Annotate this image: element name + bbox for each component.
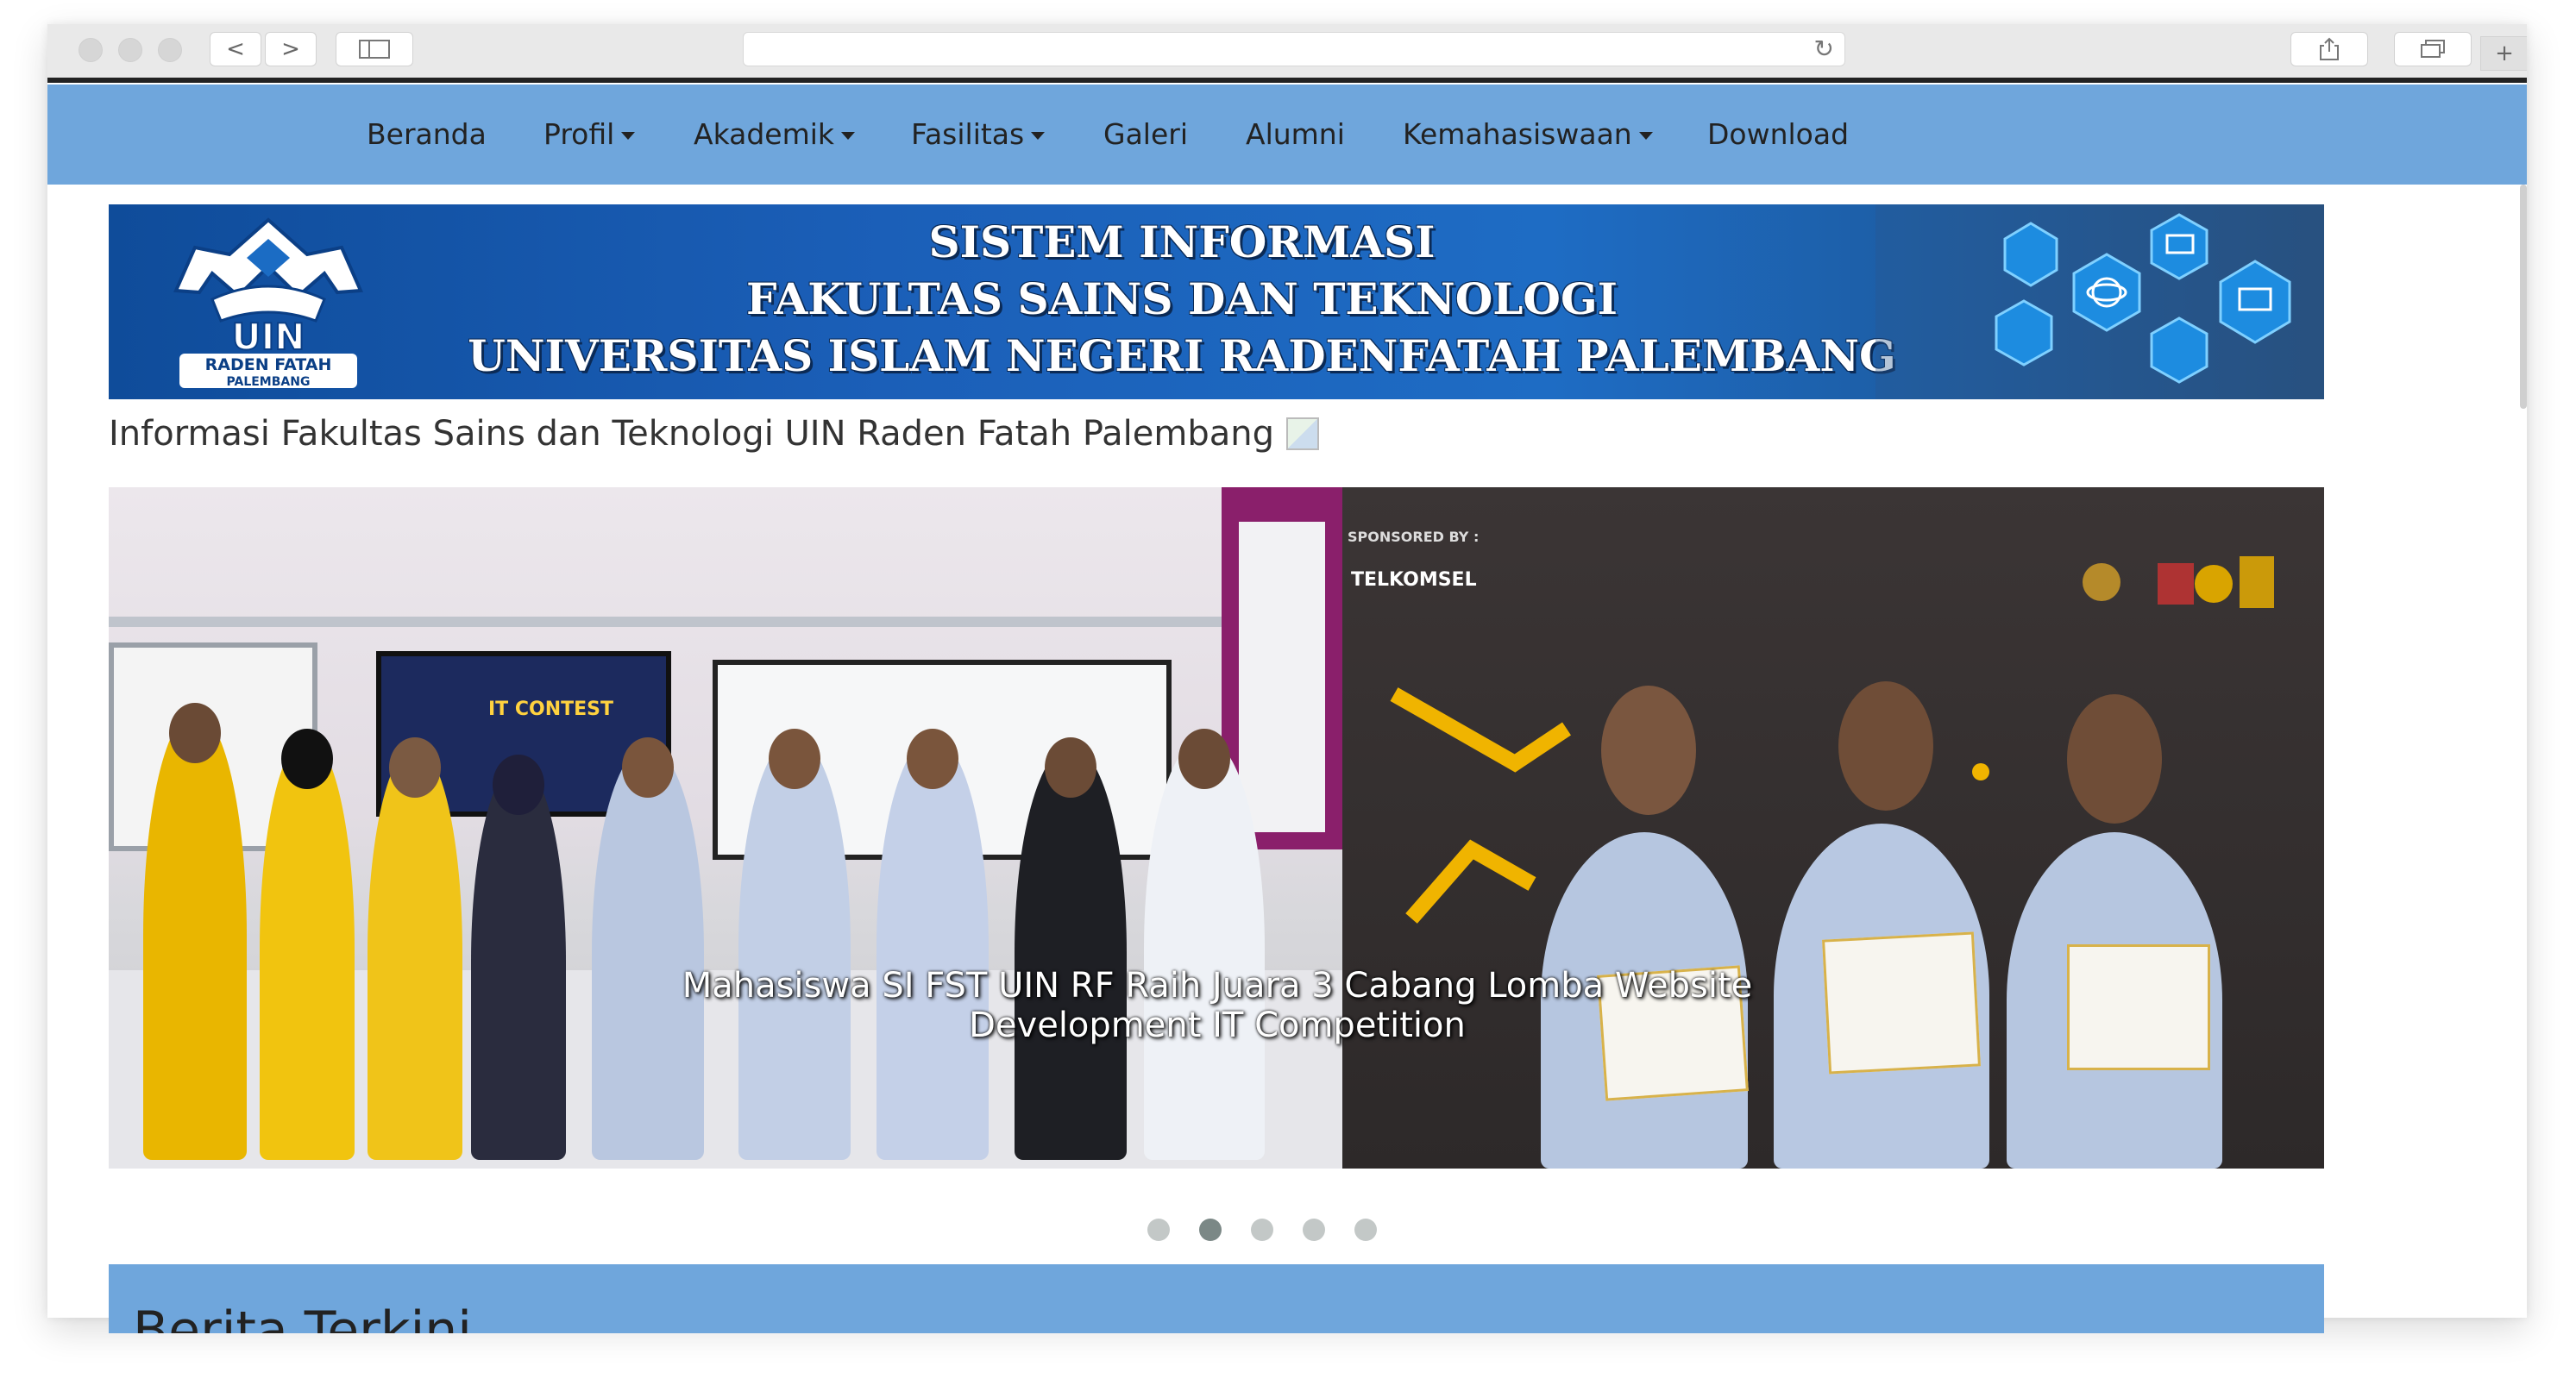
nav-item-beranda[interactable]: Beranda bbox=[367, 85, 487, 185]
address-bar[interactable]: ↻ bbox=[743, 32, 1845, 66]
plus-icon: + bbox=[2495, 41, 2514, 66]
nav-item-download[interactable]: Download bbox=[1707, 85, 1849, 185]
nav-item-label: Profil bbox=[543, 117, 615, 151]
nav-item-label: Kemahasiswaan bbox=[1403, 117, 1632, 151]
reload-icon[interactable]: ↻ bbox=[1814, 34, 1834, 63]
nav-item-label: Beranda bbox=[367, 117, 487, 151]
new-tab-button[interactable]: + bbox=[2480, 36, 2527, 71]
carousel-photo-group: IT CONTEST bbox=[109, 487, 1342, 1169]
broken-image-icon bbox=[1286, 417, 1319, 450]
nav-item-label: Akademik bbox=[694, 117, 835, 151]
screen-title: IT CONTEST bbox=[488, 699, 613, 720]
zoom-window-button[interactable] bbox=[158, 38, 182, 62]
chevron-right-icon: > bbox=[281, 36, 300, 62]
browser-titlebar: < > ↻ + bbox=[47, 24, 2527, 83]
caption-line-2: Development IT Competition bbox=[969, 1006, 1466, 1045]
nav-item-label: Alumni bbox=[1246, 117, 1345, 151]
subtitle-text: Informasi Fakultas Sains dan Teknologi U… bbox=[109, 414, 1274, 454]
caret-down-icon bbox=[841, 132, 856, 140]
caret-down-icon bbox=[1031, 132, 1046, 140]
section-title: Berita Terkini bbox=[133, 1300, 472, 1333]
carousel-caption: Mahasiswa SI FST UIN RF Raih Juara 3 Cab… bbox=[575, 966, 1860, 1045]
nav-item-profil[interactable]: Profil bbox=[543, 85, 636, 185]
caption-line-1: Mahasiswa SI FST UIN RF Raih Juara 3 Cab… bbox=[682, 966, 1753, 1006]
share-icon bbox=[2320, 37, 2339, 60]
nav-item-alumni[interactable]: Alumni bbox=[1246, 85, 1345, 185]
carousel-indicator-3[interactable] bbox=[1251, 1219, 1273, 1241]
nav-item-fasilitas[interactable]: Fasilitas bbox=[911, 85, 1046, 185]
carousel-indicator-1[interactable] bbox=[1147, 1219, 1170, 1241]
close-window-button[interactable] bbox=[79, 38, 103, 62]
tabs-icon bbox=[2421, 40, 2445, 58]
carousel-indicator-4[interactable] bbox=[1303, 1219, 1325, 1241]
chevron-left-icon: < bbox=[226, 36, 245, 62]
nav-item-label: Galeri bbox=[1103, 117, 1189, 151]
carousel-photo-winners: SPONSORED BY : TELKOMSEL bbox=[1342, 487, 2324, 1169]
nav-item-akademik[interactable]: Akademik bbox=[694, 85, 856, 185]
tabs-overview-button[interactable] bbox=[2394, 32, 2472, 66]
technology-hexagons-icon bbox=[1875, 204, 2324, 399]
nav-item-label: Download bbox=[1707, 117, 1850, 151]
back-button[interactable]: < bbox=[210, 32, 261, 66]
nav-item-kemahasiswaan[interactable]: Kemahasiswaan bbox=[1403, 85, 1653, 185]
forward-button[interactable]: > bbox=[265, 32, 317, 66]
page-scrollbar[interactable] bbox=[2520, 185, 2527, 409]
share-button[interactable] bbox=[2290, 32, 2368, 66]
main-navbar: Beranda Profil Akademik Fasilitas Galeri… bbox=[47, 85, 2527, 185]
page-subtitle: Informasi Fakultas Sains dan Teknologi U… bbox=[109, 414, 1319, 454]
news-carousel[interactable]: IT CONTEST SPONSORED BY : TELKOMSEL Maha… bbox=[109, 487, 2324, 1169]
sidebar-toggle-button[interactable] bbox=[336, 32, 413, 66]
nav-item-label: Fasilitas bbox=[911, 117, 1025, 151]
header-banner: UIN RADEN FATAH PALEMBANG SISTEM INFORMA… bbox=[109, 204, 2324, 399]
carousel-indicator-5[interactable] bbox=[1354, 1219, 1377, 1241]
news-section-header: Berita Terkini bbox=[109, 1264, 2324, 1333]
nav-item-galeri[interactable]: Galeri bbox=[1103, 85, 1188, 185]
caret-down-icon bbox=[621, 132, 636, 140]
sidebar-icon bbox=[359, 40, 390, 59]
minimize-window-button[interactable] bbox=[118, 38, 142, 62]
carousel-indicator-2[interactable] bbox=[1199, 1219, 1222, 1241]
caret-down-icon bbox=[1638, 132, 1653, 140]
